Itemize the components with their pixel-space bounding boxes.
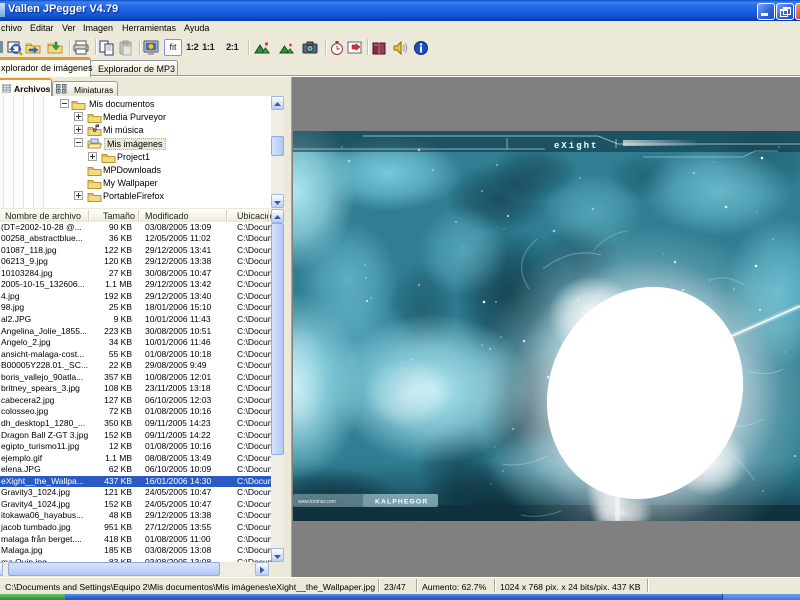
svg-text:www.lootnar.com: www.lootnar.com xyxy=(298,499,336,505)
svg-text:KALPHEGOR: KALPHEGOR xyxy=(375,499,428,506)
svg-text:eXight: eXight xyxy=(554,141,598,151)
